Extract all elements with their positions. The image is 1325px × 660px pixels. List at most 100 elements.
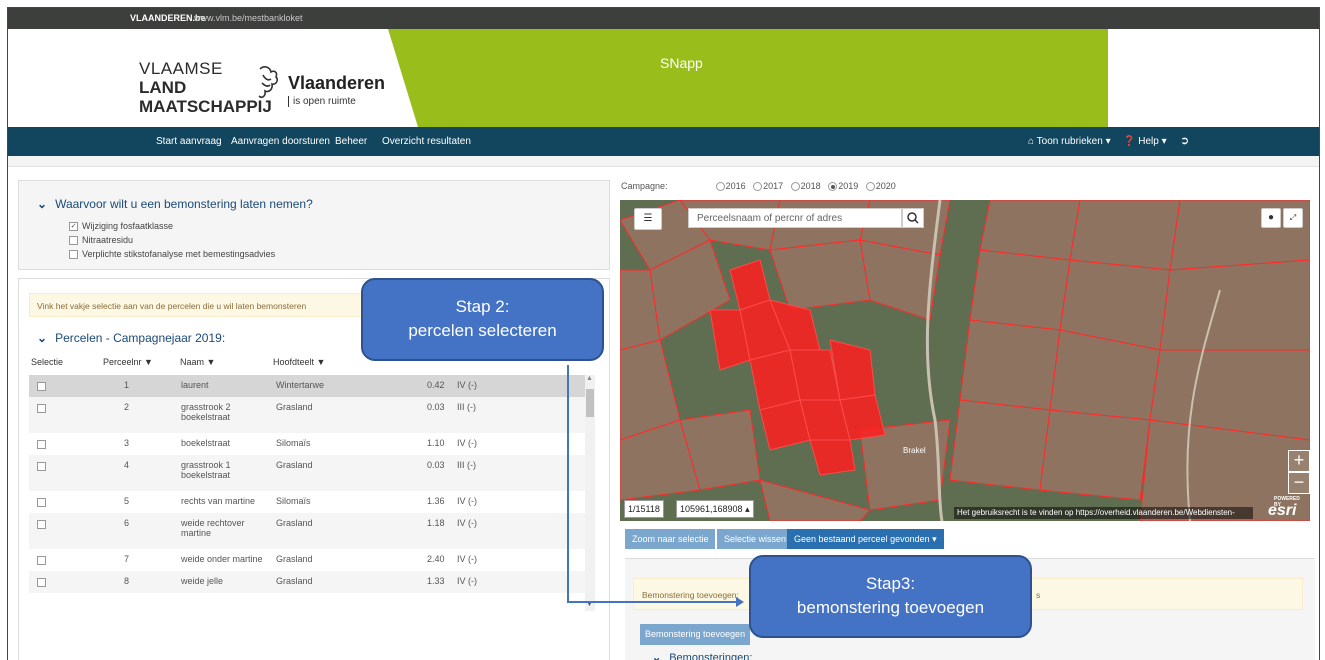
perceel-not-found-dropdown[interactable]: Geen bestaand perceel gevonden ▾ [787, 529, 944, 549]
parcel[interactable] [959, 319, 1061, 411]
nav-toon-rubrieken[interactable]: ⌂ Toon rubrieken ▾ [1028, 136, 1111, 147]
nav-help[interactable]: ❓ Help ▾ [1123, 136, 1167, 147]
zoom-in-button[interactable]: + [1288, 450, 1310, 472]
col-header-perceelnr[interactable]: Perceelnr ▼ [103, 357, 153, 367]
row-checkbox[interactable] [37, 556, 46, 565]
map-search-input[interactable]: Perceelsnaam of percnr of adres [688, 208, 902, 228]
col-header-hoofdteelt-label: Hoofdteelt [273, 357, 315, 367]
parcel[interactable] [1069, 200, 1181, 271]
fullscreen-button[interactable]: ⤢ [1283, 208, 1303, 228]
map-coordinates[interactable]: 105961,168908 ▴ [676, 500, 754, 518]
campagne-selector: Campagne: 2016 2017 2018 2019 2020 [621, 181, 896, 192]
logout-icon[interactable]: ➲ [1180, 134, 1189, 147]
perceel-not-found-label: Geen bestaand perceel gevonden [794, 534, 930, 544]
row-oppervlakte: 0.03 [427, 460, 445, 470]
row-perceelnr: 6 [124, 518, 130, 528]
row-checkbox[interactable] [37, 520, 46, 529]
row-klasse: IV (-) [457, 518, 477, 528]
table-row[interactable]: 6 weide rechtover martine Grasland 1.18 … [29, 513, 585, 549]
filter-icon[interactable]: ▼ [144, 357, 153, 367]
parcel[interactable] [979, 200, 1081, 261]
row-naam: boekelstraat [181, 438, 231, 448]
row-checkbox[interactable] [37, 498, 46, 507]
row-naam: laurent [181, 380, 209, 390]
row-klasse: IV (-) [457, 496, 477, 506]
parcel[interactable] [1159, 259, 1310, 351]
location-marker-button[interactable]: ● [1261, 208, 1281, 228]
map-search-button[interactable] [902, 208, 924, 228]
row-checkbox[interactable] [37, 578, 46, 587]
table-row[interactable]: 3 boekelstraat Silomaïs 1.10 IV (-) [29, 433, 585, 455]
row-naam: weide rechtover martine [181, 518, 245, 538]
scrollbar-thumb[interactable] [586, 389, 594, 417]
table-scrollbar[interactable]: ▲ ▼ [585, 375, 595, 611]
radio-2019-selected[interactable] [828, 182, 838, 192]
vlm-logo[interactable]: VLAAMSE LAND MAATSCHAPPIJ [139, 59, 272, 116]
row-perceelnr: 3 [124, 438, 130, 448]
table-row[interactable]: 7 weide onder martine Grasland 2.40 IV (… [29, 549, 585, 571]
question-title-text: Waarvoor wilt u een bemonstering laten n… [55, 197, 313, 211]
row-teelt: Grasland [276, 402, 313, 412]
map-place-label: Brakel [903, 446, 926, 455]
left-column: ⌄ Waarvoor wilt u een bemonstering laten … [18, 180, 610, 660]
row-checkbox[interactable] [37, 462, 46, 471]
filter-icon[interactable]: ▼ [207, 357, 216, 367]
vlaanderen-logo[interactable]: Vlaanderen is open ruimte [288, 73, 385, 107]
nav-beheer[interactable]: Beheer [335, 136, 367, 147]
mestbank-url[interactable]: www.vlm.be/mestbankloket [194, 8, 303, 29]
checkbox-checked[interactable]: ✓ [69, 222, 78, 232]
row-klasse: III (-) [457, 460, 476, 470]
row-klasse: IV (-) [457, 576, 477, 586]
table-row[interactable]: 2 grasstrook 2 boekelstraat Grasland 0.0… [29, 397, 585, 433]
row-naam: weide jelle [181, 576, 224, 586]
map-attribution[interactable]: Het gebruiksrecht is te vinden op https:… [954, 507, 1253, 519]
option-fosfaatklasse[interactable]: ✓ Wijziging fosfaatklasse [69, 221, 173, 232]
clear-selection-button[interactable]: Selectie wissen [717, 529, 794, 549]
table-row[interactable]: 1 laurent Wintertarwe 0.42 IV (-) [29, 375, 585, 397]
parcel[interactable] [969, 249, 1071, 331]
map-marker-icon: ● [1267, 212, 1275, 223]
scroll-up-icon[interactable]: ▲ [586, 375, 593, 382]
percelen-title[interactable]: ⌄ Percelen - Campagnejaar 2019: [37, 331, 225, 345]
table-row[interactable]: 5 rechts van martine Silomaïs 1.36 IV (-… [29, 491, 585, 513]
add-bemonstering-button[interactable]: Bemonstering toevoegen [640, 624, 751, 645]
radio-2020[interactable] [865, 182, 875, 192]
table-row[interactable]: 4 grasstrook 1 boekelstraat Grasland 0.0… [29, 455, 585, 491]
layers-list-button[interactable]: ☰ [634, 208, 662, 230]
parcel-map[interactable]: Brakel ☰ Perceelsnaam of percnr of adres… [620, 200, 1310, 521]
minus-icon: − [1293, 472, 1305, 492]
zoom-to-selection-button[interactable]: Zoom naar selectie [625, 529, 715, 549]
row-teelt: Silomaïs [276, 438, 311, 448]
col-header-naam[interactable]: Naam ▼ [180, 357, 215, 367]
zoom-out-button[interactable]: − [1288, 472, 1310, 494]
main-navbar: Start aanvraag Aanvragen doorsturen Behe… [8, 127, 1319, 156]
checkbox[interactable] [69, 250, 78, 260]
parcel[interactable] [1039, 409, 1151, 501]
nav-overzicht-resultaten[interactable]: Overzicht resultaten [382, 136, 471, 147]
row-teelt: Silomaïs [276, 496, 311, 506]
caret-down-icon: ▾ [932, 534, 937, 544]
vlaanderen-logo-tagline: is open ruimte [288, 96, 385, 107]
vlm-logo-line3: MAATSCHAPPIJ [139, 97, 272, 116]
checkbox[interactable] [69, 236, 78, 246]
row-oppervlakte: 0.42 [427, 380, 445, 390]
parcel[interactable] [949, 399, 1051, 491]
table-row[interactable]: 8 weide jelle Grasland 1.33 IV (-) [29, 571, 585, 593]
vlaanderen-lion-icon [258, 66, 279, 98]
radio-2016[interactable] [715, 182, 725, 192]
map-coordinates-value: 105961,168908 [680, 504, 743, 514]
question-title[interactable]: ⌄ Waarvoor wilt u een bemonstering laten … [37, 197, 313, 211]
caret-down-icon: ▾ [1161, 136, 1167, 147]
radio-2018[interactable] [790, 182, 800, 192]
option-nitraatresidu[interactable]: Nitraatresidu [69, 235, 133, 246]
map-canvas[interactable]: Brakel [620, 200, 1310, 521]
filter-icon[interactable]: ▼ [317, 357, 326, 367]
row-checkbox[interactable] [37, 382, 46, 391]
row-checkbox[interactable] [37, 404, 46, 413]
option-stikstofanalyse[interactable]: Verplichte stikstofanalyse met bemesting… [69, 249, 275, 260]
nav-start-aanvraag[interactable]: Start aanvraag [156, 136, 222, 147]
nav-aanvragen-doorsturen[interactable]: Aanvragen doorsturen [231, 136, 330, 147]
row-checkbox[interactable] [37, 440, 46, 449]
col-header-hoofdteelt[interactable]: Hoofdteelt ▼ [273, 357, 325, 367]
radio-2017[interactable] [753, 182, 763, 192]
